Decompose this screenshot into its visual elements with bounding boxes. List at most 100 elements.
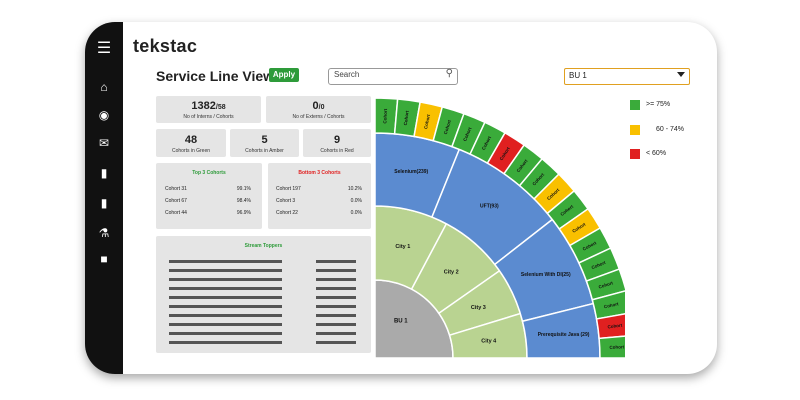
sunburst-stream-label: UFT(93) xyxy=(480,204,499,210)
topper-bar xyxy=(169,341,226,344)
bu-select[interactable]: BU 1 xyxy=(564,68,690,85)
topper-bar xyxy=(220,314,282,317)
sidebar: ☰ ⌂ ◉ ✉ ▮ ▮ ⚗ ■ xyxy=(85,22,123,374)
bar-chart-icon[interactable]: ▮ xyxy=(85,164,123,182)
topper-bar xyxy=(316,278,356,281)
topper-bar xyxy=(220,287,282,290)
sunburst-city-label: City 2 xyxy=(444,269,459,275)
legend-label: 60 - 74% xyxy=(656,126,685,133)
bar-chart-icon[interactable]: ▮ xyxy=(85,194,123,212)
top-cohorts-title: Top 3 Cohorts xyxy=(192,170,226,176)
topper-bar xyxy=(316,287,356,290)
app-logo: tekstac xyxy=(133,36,198,56)
sunburst-cohort-label: Cohort xyxy=(382,108,388,123)
topper-bar xyxy=(169,332,226,335)
stream-toppers-card: Stream Toppers xyxy=(156,236,371,353)
bottom-cohorts-card: Bottom 3 Cohorts Cohort 197 10.2% Cohort… xyxy=(268,163,371,229)
externs-card: 0/0 No of Externs / Cohorts xyxy=(266,96,371,123)
search-input[interactable]: Search ⚲ xyxy=(328,68,458,85)
sunburst-city-label: City 3 xyxy=(471,305,486,311)
bottom-cohort-name: Cohort 22 xyxy=(276,210,298,216)
chevron-down-icon[interactable] xyxy=(677,72,685,77)
sunburst-city-label: City 1 xyxy=(395,244,410,250)
top-cohort-value: 96.9% xyxy=(236,210,251,216)
top-cohort-name: Cohort 67 xyxy=(165,198,187,204)
topper-bar xyxy=(316,323,356,326)
topper-bar xyxy=(169,260,226,263)
legend-swatch xyxy=(630,149,640,159)
topper-bar xyxy=(169,323,226,326)
interns-count: 1382/58 xyxy=(191,100,226,112)
sunburst-stream-label: Prerequisite Java (29) xyxy=(538,332,590,338)
top-cohort-value: 98.4% xyxy=(236,198,251,204)
sunburst-city-label: City 4 xyxy=(481,338,497,344)
interns-caption: No of Interns / Cohorts xyxy=(183,114,234,120)
externs-count: 0/0 xyxy=(312,100,325,112)
topper-bar xyxy=(220,332,282,335)
topper-bar xyxy=(169,296,226,299)
topper-bar xyxy=(169,314,226,317)
page-title: Service Line View xyxy=(156,68,275,84)
topper-bar xyxy=(220,269,282,272)
sunburst-cohort-label: Cohort xyxy=(609,344,624,350)
app-frame: ☰ ⌂ ◉ ✉ ▮ ▮ ⚗ ■ tekstac Service Line Vie… xyxy=(85,22,717,374)
topper-bar xyxy=(169,305,226,308)
red-count: 9 xyxy=(333,134,341,146)
topper-bar xyxy=(169,278,226,281)
chat-icon[interactable]: ✉ xyxy=(85,134,123,152)
topper-bar xyxy=(316,332,356,335)
home-icon[interactable]: ⌂ xyxy=(85,78,123,96)
top-cohorts-card: Top 3 Cohorts Cohort 31 99.1% Cohort 67 … xyxy=(156,163,262,229)
top-cohort-name: Cohort 31 xyxy=(165,186,187,192)
interns-card: 1382/58 No of Interns / Cohorts xyxy=(156,96,261,123)
topper-bar xyxy=(220,260,282,263)
topper-bar xyxy=(316,314,356,317)
legend-label: >= 75% xyxy=(646,101,671,108)
topper-bar xyxy=(316,269,356,272)
amber-count: 5 xyxy=(261,134,268,146)
topper-bar xyxy=(316,260,356,263)
sunburst-stream-label: Selenium(239) xyxy=(394,169,428,175)
legend-swatch xyxy=(630,100,640,110)
externs-caption: No of Externs / Cohorts xyxy=(292,114,345,120)
search-icon[interactable]: ⚲ xyxy=(446,68,453,79)
topper-bar xyxy=(220,305,282,308)
topper-bar xyxy=(316,305,356,308)
top-cohort-name: Cohort 44 xyxy=(165,210,187,216)
legend-swatch xyxy=(630,125,640,135)
topper-bar xyxy=(169,269,226,272)
topper-bar xyxy=(220,323,282,326)
topper-bar xyxy=(220,278,282,281)
bottom-cohort-value: 0.0% xyxy=(350,210,362,216)
stream-toppers-title: Stream Toppers xyxy=(244,243,283,249)
topper-bar xyxy=(220,341,282,344)
apply-button[interactable]: Apply xyxy=(269,68,299,82)
topper-bar xyxy=(169,287,226,290)
amber-caption: Cohorts in Amber xyxy=(245,148,284,154)
topper-bar xyxy=(316,341,356,344)
green-count: 48 xyxy=(184,134,198,146)
green-card: 48 Cohorts in Green xyxy=(156,129,226,157)
topper-bar xyxy=(220,296,282,299)
red-caption: Cohorts in Red xyxy=(320,148,354,154)
red-card: 9 Cohorts in Red xyxy=(303,129,371,157)
sunburst-center-label: BU 1 xyxy=(394,319,408,325)
sunburst-stream-label: Selenium With DI(25) xyxy=(521,272,571,278)
search-placeholder: Search xyxy=(334,70,360,79)
green-caption: Cohorts in Green xyxy=(171,148,211,154)
bottom-cohort-value: 0.0% xyxy=(350,198,362,204)
bottom-cohorts-title: Bottom 3 Cohorts xyxy=(298,170,341,176)
bottom-cohort-value: 10.2% xyxy=(347,186,362,192)
bottom-cohort-name: Cohort 197 xyxy=(276,186,301,192)
bottom-cohort-name: Cohort 3 xyxy=(276,198,296,204)
topper-bar xyxy=(316,296,356,299)
legend-label: < 60% xyxy=(646,150,667,157)
sunburst-chart: BU 1 City 1 City 2 City 3 City 4 Selenium(239… xyxy=(375,97,625,358)
bu-select-value: BU 1 xyxy=(569,71,587,80)
top-cohort-value: 99.1% xyxy=(236,186,251,192)
people-icon[interactable]: ⚗ xyxy=(85,224,123,242)
globe-icon[interactable]: ◉ xyxy=(85,106,123,124)
amber-card: 5 Cohorts in Amber xyxy=(230,129,299,157)
square-icon[interactable]: ■ xyxy=(85,250,123,268)
menu-icon[interactable]: ☰ xyxy=(85,40,123,58)
